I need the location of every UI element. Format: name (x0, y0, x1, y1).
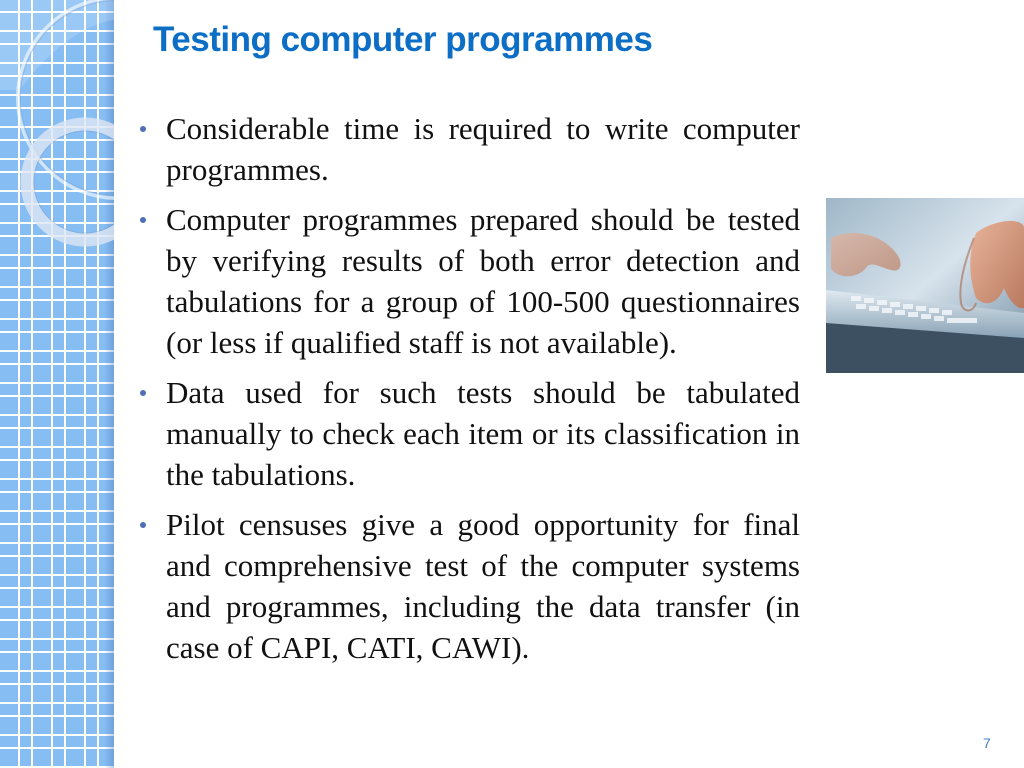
bullet-text: Considerable time is required to write c… (166, 111, 800, 187)
bullet-item: Pilot censuses give a good opportunity f… (130, 504, 800, 668)
laptop-typing-icon (826, 198, 1024, 373)
slide-title: Testing computer programmes (153, 20, 653, 59)
bullet-item: Computer programmes prepared should be t… (130, 199, 800, 363)
bullet-text: Pilot censuses give a good opportunity f… (166, 507, 800, 665)
decorative-circles-icon (0, 0, 114, 247)
bullet-item: Considerable time is required to write c… (130, 108, 800, 190)
bullet-item: Data used for such tests should be tabul… (130, 372, 800, 495)
bullet-dot-icon (140, 217, 146, 223)
bullet-text: Data used for such tests should be tabul… (166, 375, 800, 492)
bullet-dot-icon (140, 126, 146, 132)
bullet-list: Considerable time is required to write c… (130, 108, 800, 677)
bullet-dot-icon (140, 522, 146, 528)
bullet-dot-icon (140, 390, 146, 396)
bullet-text: Computer programmes prepared should be t… (166, 202, 800, 360)
page-number: 7 (983, 735, 991, 751)
laptop-typing-photo (826, 198, 1024, 373)
decorative-side-strip (0, 0, 114, 768)
